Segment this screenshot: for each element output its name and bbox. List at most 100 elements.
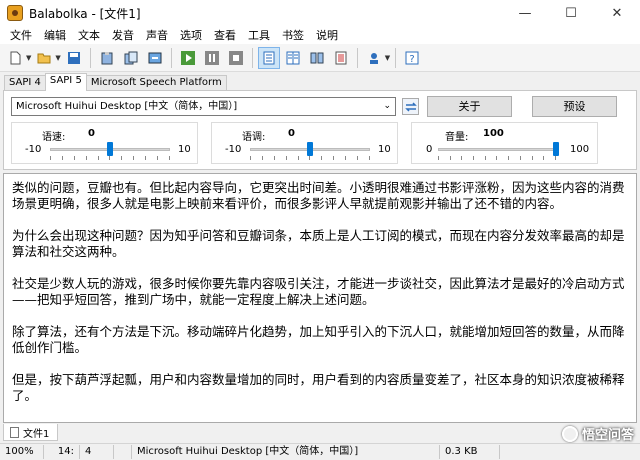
preset-button[interactable]: 预设 [532, 96, 617, 117]
toolbar-separator [170, 47, 172, 68]
pronunciation-view-button[interactable] [306, 47, 328, 69]
chevron-down-icon[interactable]: ▼ [55, 54, 60, 62]
pause-icon [204, 50, 219, 65]
save-icon [67, 51, 80, 64]
menu-tools[interactable]: 工具 [242, 27, 276, 43]
watermark: 悟空问答 [561, 424, 634, 443]
menu-bookmarks[interactable]: 书签 [276, 27, 310, 43]
pitch-value: 0 [288, 128, 295, 139]
chevron-down-icon[interactable]: ▼ [26, 54, 31, 62]
tab-speech-platform[interactable]: Microsoft Speech Platform [85, 75, 227, 91]
columns-icon [310, 52, 324, 63]
tab-sapi5[interactable]: SAPI 5 [44, 73, 87, 91]
title-bar: Balabolka - [文件1] — ☐ ✕ [0, 0, 640, 26]
read-clipboard-button[interactable] [96, 47, 118, 69]
volume-min: 0 [426, 144, 433, 155]
save-button[interactable] [63, 47, 85, 69]
watermark-text: 悟空问答 [581, 428, 634, 443]
pause-button[interactable] [201, 47, 223, 69]
rate-slider-thumb[interactable] [107, 142, 113, 156]
document-view-icon [263, 51, 275, 64]
engine-tabs: SAPI 4 SAPI 5 Microsoft Speech Platform [4, 73, 227, 91]
swap-arrows-icon [404, 101, 417, 112]
pitch-slider-group: 语调: 0 -10 10 [211, 122, 398, 164]
document-tabs: 文件1 [3, 424, 59, 442]
rate-min: -10 [25, 144, 42, 155]
voice-select[interactable]: Microsoft Huihui Desktop [中文（简体，中国）] ⌄ [11, 97, 396, 116]
word-list-button[interactable] [330, 47, 352, 69]
window-title: Balabolka - [文件1] [29, 6, 141, 21]
tab-sapi4[interactable]: SAPI 4 [4, 75, 46, 91]
batch-files-icon [124, 51, 138, 64]
close-icon[interactable]: ✕ [594, 0, 640, 26]
user-voice-icon [369, 52, 378, 64]
voice-select-value: Microsoft Huihui Desktop [中文（简体，中国）] [16, 101, 238, 112]
text-view-button[interactable] [257, 46, 280, 69]
toolbar-separator [395, 47, 397, 68]
about-button[interactable]: 关于 [427, 96, 512, 117]
export-button[interactable] [144, 47, 166, 69]
menu-file[interactable]: 文件 [4, 27, 38, 43]
minimize-icon[interactable]: — [502, 0, 548, 26]
rate-ticks [50, 156, 170, 160]
balabolka-app-icon [7, 5, 23, 21]
open-button[interactable] [33, 47, 55, 69]
swap-voice-button[interactable] [402, 98, 419, 115]
status-empty [114, 445, 132, 459]
pitch-max: 10 [378, 144, 391, 155]
voice-panel: Microsoft Huihui Desktop [中文（简体，中国）] ⌄ 关… [3, 90, 637, 170]
menu-text[interactable]: 文本 [72, 27, 106, 43]
document-icon [10, 426, 19, 438]
play-icon [180, 50, 195, 65]
status-size: 0.3 KB [440, 445, 500, 459]
toolbar-separator [251, 47, 253, 68]
help-icon: ? [405, 51, 419, 65]
split-view-button[interactable] [282, 47, 304, 69]
voice-settings-button[interactable] [363, 47, 385, 69]
play-button[interactable] [177, 47, 199, 69]
chevron-down-icon: ⌄ [383, 101, 391, 111]
rate-label: 语速: [42, 132, 66, 143]
volume-value: 100 [483, 128, 504, 139]
split-document-icon [286, 51, 300, 64]
document-tab[interactable]: 文件1 [3, 424, 59, 441]
maximize-icon[interactable]: ☐ [548, 0, 594, 26]
status-line: 14: [44, 445, 80, 459]
status-voice: Microsoft Huihui Desktop [中文（简体，中国）] [132, 445, 440, 459]
menu-speech[interactable]: 声音 [140, 27, 174, 43]
menu-bar: 文件 编辑 文本 发音 声音 选项 查看 工具 书签 说明 [0, 26, 640, 44]
menu-help[interactable]: 说明 [310, 27, 344, 43]
menu-pronunciation[interactable]: 发音 [106, 27, 140, 43]
menu-view[interactable]: 查看 [208, 27, 242, 43]
volume-slider-thumb[interactable] [553, 142, 559, 156]
volume-label: 音量: [445, 132, 469, 143]
volume-max: 100 [570, 144, 590, 155]
chevron-down-icon[interactable]: ▼ [385, 54, 390, 62]
document-tab-label: 文件1 [23, 428, 50, 440]
status-zoom: 100% [0, 445, 44, 459]
list-icon [335, 51, 347, 64]
svg-text:?: ? [410, 54, 415, 65]
new-document-button[interactable] [4, 47, 26, 69]
toolbar-separator [89, 47, 91, 68]
stop-button[interactable] [225, 47, 247, 69]
menu-edit[interactable]: 编辑 [38, 27, 72, 43]
status-column: 4 [80, 445, 114, 459]
text-editor[interactable]: 类似的问题，豆瓣也有。但比起内容导向，它更突出时间差。小透明很难通过书影评涨粉，… [3, 173, 637, 423]
rate-value: 0 [88, 128, 95, 139]
folder-icon [37, 53, 51, 63]
editor-paragraph: 社交是少数人玩的游戏，很多时候你要先靠内容吸引关注，才能进一步谈社交，因此算法才… [12, 276, 625, 307]
new-document-icon [10, 51, 21, 64]
rate-slider-group: 语速: 0 -10 10 [11, 122, 198, 164]
toolbar: ▼ ▼ ▼ ? [0, 44, 640, 72]
editor-paragraph: 为什么会出现这种问题？因为知乎问答和豆瓣词条，本质上是人工订阅的模式，而现在内容… [12, 228, 625, 259]
stop-icon [228, 50, 243, 65]
volume-slider-track[interactable] [438, 148, 556, 151]
pitch-ticks [250, 156, 370, 160]
convert-file-button[interactable] [120, 47, 142, 69]
toolbar-separator [356, 47, 358, 68]
pitch-slider-thumb[interactable] [307, 142, 313, 156]
help-button[interactable]: ? [401, 47, 423, 69]
rate-max: 10 [178, 144, 191, 155]
menu-options[interactable]: 选项 [174, 27, 208, 43]
